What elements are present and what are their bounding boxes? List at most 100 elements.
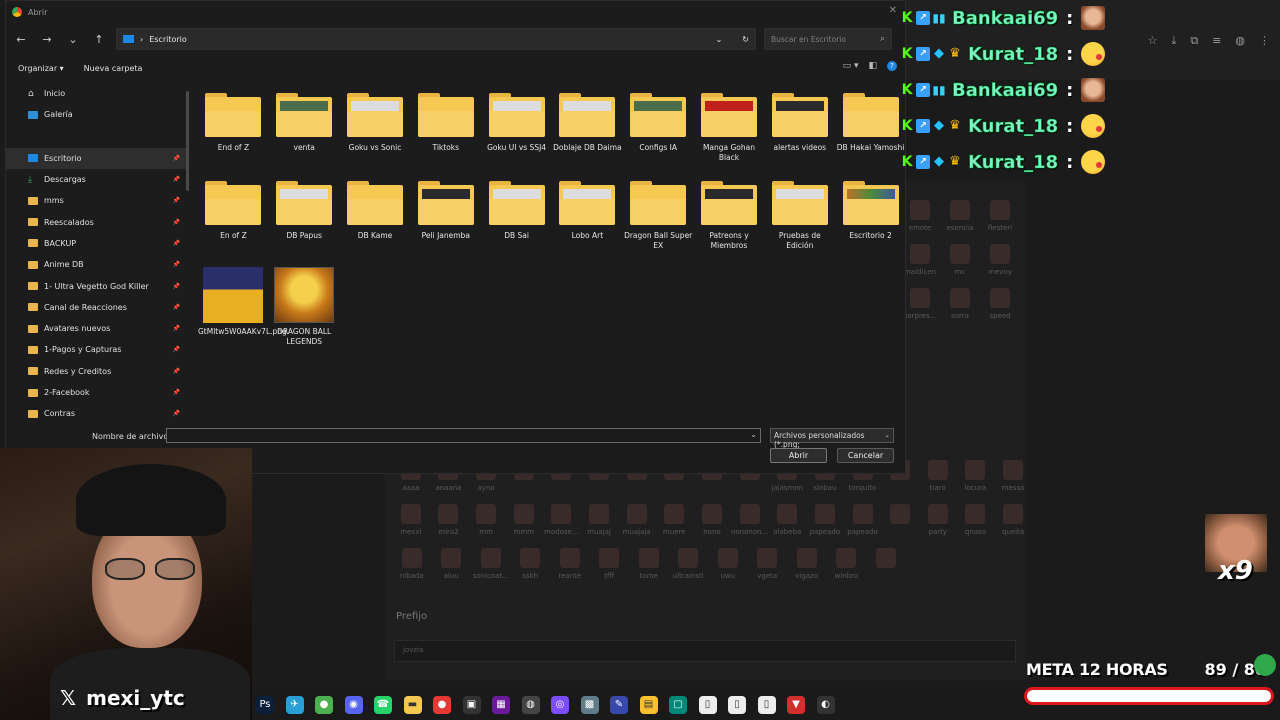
- translate-icon[interactable]: ⧉: [1190, 34, 1198, 52]
- emote-item[interactable]: party: [919, 504, 957, 536]
- emote-item[interactable]: nibada: [392, 548, 432, 580]
- folder-item[interactable]: Dragon Ball Super EX: [623, 175, 694, 263]
- emote-item[interactable]: vgeta: [748, 548, 788, 580]
- editor-icon[interactable]: ✎: [610, 696, 628, 714]
- open-button[interactable]: Abrir: [770, 448, 827, 463]
- document-icon[interactable]: ▯: [698, 696, 717, 714]
- menu-icon[interactable]: ≡: [1212, 34, 1221, 52]
- photoshop-icon[interactable]: Ps: [256, 696, 274, 714]
- folder-item[interactable]: DB Kame: [340, 175, 411, 263]
- folder-item[interactable]: Doblaje DB Daima: [552, 87, 623, 175]
- emote-item[interactable]: muere: [655, 504, 693, 536]
- emote-item[interactable]: reante: [550, 548, 590, 580]
- new-folder-button[interactable]: Nueva carpeta: [84, 64, 143, 73]
- emote-item[interactable]: messo: [994, 460, 1032, 492]
- star-icon[interactable]: ☆: [1148, 34, 1158, 52]
- app-icon[interactable]: ▢: [669, 696, 687, 714]
- telegram-icon[interactable]: ✈: [285, 696, 304, 714]
- folder-item[interactable]: DB Hakai Yamoshi: [835, 87, 906, 175]
- image-item[interactable]: GtMltw5W0AAKv7L.png: [198, 263, 287, 351]
- refresh-icon[interactable]: ↻: [742, 35, 749, 44]
- emote-item[interactable]: esencia: [940, 200, 980, 232]
- organize-button[interactable]: Organizar ▾: [18, 64, 64, 73]
- cancel-button[interactable]: Cancelar: [837, 448, 894, 463]
- folder-item[interactable]: Goku vs Sonic: [340, 87, 411, 175]
- emote-item[interactable]: speed: [980, 288, 1020, 320]
- document-icon[interactable]: ▯: [757, 696, 776, 714]
- folder-item[interactable]: Manga Gohan Black: [694, 87, 765, 175]
- emote-item[interactable]: aluu: [432, 548, 472, 580]
- back-icon[interactable]: ←: [12, 33, 30, 46]
- sidebar-item[interactable]: Avatares nuevos 📌: [6, 318, 188, 339]
- app-icon[interactable]: ◎: [551, 696, 569, 714]
- browser-icon[interactable]: ●: [433, 696, 451, 714]
- folder-item[interactable]: Patreons y Miembros: [694, 175, 765, 263]
- emote-item[interactable]: vigazo: [787, 548, 827, 580]
- download-icon[interactable]: ⤓: [1171, 34, 1176, 52]
- up-icon[interactable]: ↑: [90, 33, 108, 46]
- sidebar-item[interactable]: BACKUP 📌: [6, 233, 188, 254]
- emote-item[interactable]: qnaso: [957, 504, 995, 536]
- profile-icon[interactable]: ◍: [1235, 34, 1245, 52]
- folder-item[interactable]: En of Z: [198, 175, 269, 263]
- emote-item[interactable]: mira2: [430, 504, 468, 536]
- emote-item[interactable]: papeado: [806, 504, 844, 536]
- valorant-icon[interactable]: ▼: [787, 696, 805, 714]
- emote-item[interactable]: queita: [994, 504, 1032, 536]
- sidebar-item[interactable]: mms 📌: [6, 190, 188, 211]
- emote-item[interactable]: mexxi: [392, 504, 430, 536]
- folder-item[interactable]: Goku UI vs SSJ4: [481, 87, 552, 175]
- view-options-icon[interactable]: ▭ ▾: [843, 61, 859, 71]
- emote-item[interactable]: modose...: [543, 504, 581, 536]
- folder-item[interactable]: DB Sai: [481, 175, 552, 263]
- chat-app-icon[interactable]: ●: [315, 696, 333, 714]
- sidebar-item[interactable]: 2-Facebook 📌: [6, 382, 188, 403]
- sidebar-item[interactable]: ⌂ Inicio: [6, 83, 188, 104]
- sidebar-item[interactable]: ⤓ Descargas 📌: [6, 169, 188, 190]
- sidebar-item[interactable]: Redes y Creditos 📌: [6, 361, 188, 382]
- sidebar-item[interactable]: Canal de Reacciones 📌: [6, 297, 188, 318]
- emote-item[interactable]: tiaro: [919, 460, 957, 492]
- emote-item[interactable]: nono: [693, 504, 731, 536]
- sidebar-item[interactable]: Reescalados 📌: [6, 211, 188, 232]
- capture-icon[interactable]: ▣: [462, 696, 481, 714]
- app-icon[interactable]: ◐: [816, 696, 835, 714]
- sidebar-item[interactable]: Anime DB 📌: [6, 254, 188, 275]
- more-icon[interactable]: ⋮: [1259, 34, 1270, 52]
- sidebar-scrollbar[interactable]: [186, 91, 189, 191]
- emote-item[interactable]: muajaja: [618, 504, 656, 536]
- folder-item[interactable]: End of Z: [198, 87, 269, 175]
- emote-item[interactable]: mmm: [505, 504, 543, 536]
- app-icon[interactable]: ▦: [492, 696, 510, 714]
- emote-item[interactable]: mm: [467, 504, 505, 536]
- sidebar-item[interactable]: 1-Pagos y Capturas 📌: [6, 339, 188, 360]
- sidebar-item[interactable]: 1- Ultra Vegetto God Killer 📌: [6, 275, 188, 296]
- folder-item[interactable]: Peli Janemba: [410, 175, 481, 263]
- emote-item[interactable]: olabeba: [768, 504, 806, 536]
- search-input[interactable]: Buscar en Escritorio ⌕: [764, 28, 892, 50]
- address-dropdown-icon[interactable]: ⌄: [716, 35, 723, 44]
- emote-item[interactable]: locura: [957, 460, 995, 492]
- emote-item[interactable]: mevoy: [980, 244, 1020, 276]
- address-bar[interactable]: › Escritorio ⌄ ↻: [116, 28, 756, 50]
- folder-item[interactable]: Pruebas de Edición: [764, 175, 835, 263]
- sidebar-item[interactable]: Escritorio 📌: [6, 147, 188, 169]
- folder-item[interactable]: venta: [269, 87, 340, 175]
- emote-item[interactable]: flesteri: [980, 200, 1020, 232]
- folder-item[interactable]: Configs IA: [623, 87, 694, 175]
- folder-item[interactable]: DB Papus: [269, 175, 340, 263]
- image-item[interactable]: DRAGON BALL LEGENDS: [269, 263, 340, 351]
- prefix-input[interactable]: jovzia: [394, 640, 1016, 662]
- document-icon[interactable]: ▯: [728, 696, 746, 714]
- emote-item[interactable]: [866, 548, 906, 580]
- obs-icon[interactable]: ◍: [521, 696, 540, 714]
- forward-icon[interactable]: →: [38, 33, 56, 46]
- whatsapp-icon[interactable]: ☎: [374, 696, 392, 714]
- folder-item[interactable]: Lobo Art: [552, 175, 623, 263]
- emote-item[interactable]: uwu: [708, 548, 748, 580]
- emote-item[interactable]: tfff: [590, 548, 630, 580]
- emote-item[interactable]: maldicen: [900, 244, 940, 276]
- file-explorer-icon[interactable]: ▬: [403, 696, 422, 714]
- folder-item[interactable]: Tiktoks: [410, 87, 481, 175]
- emote-item[interactable]: sorpres...: [900, 288, 940, 320]
